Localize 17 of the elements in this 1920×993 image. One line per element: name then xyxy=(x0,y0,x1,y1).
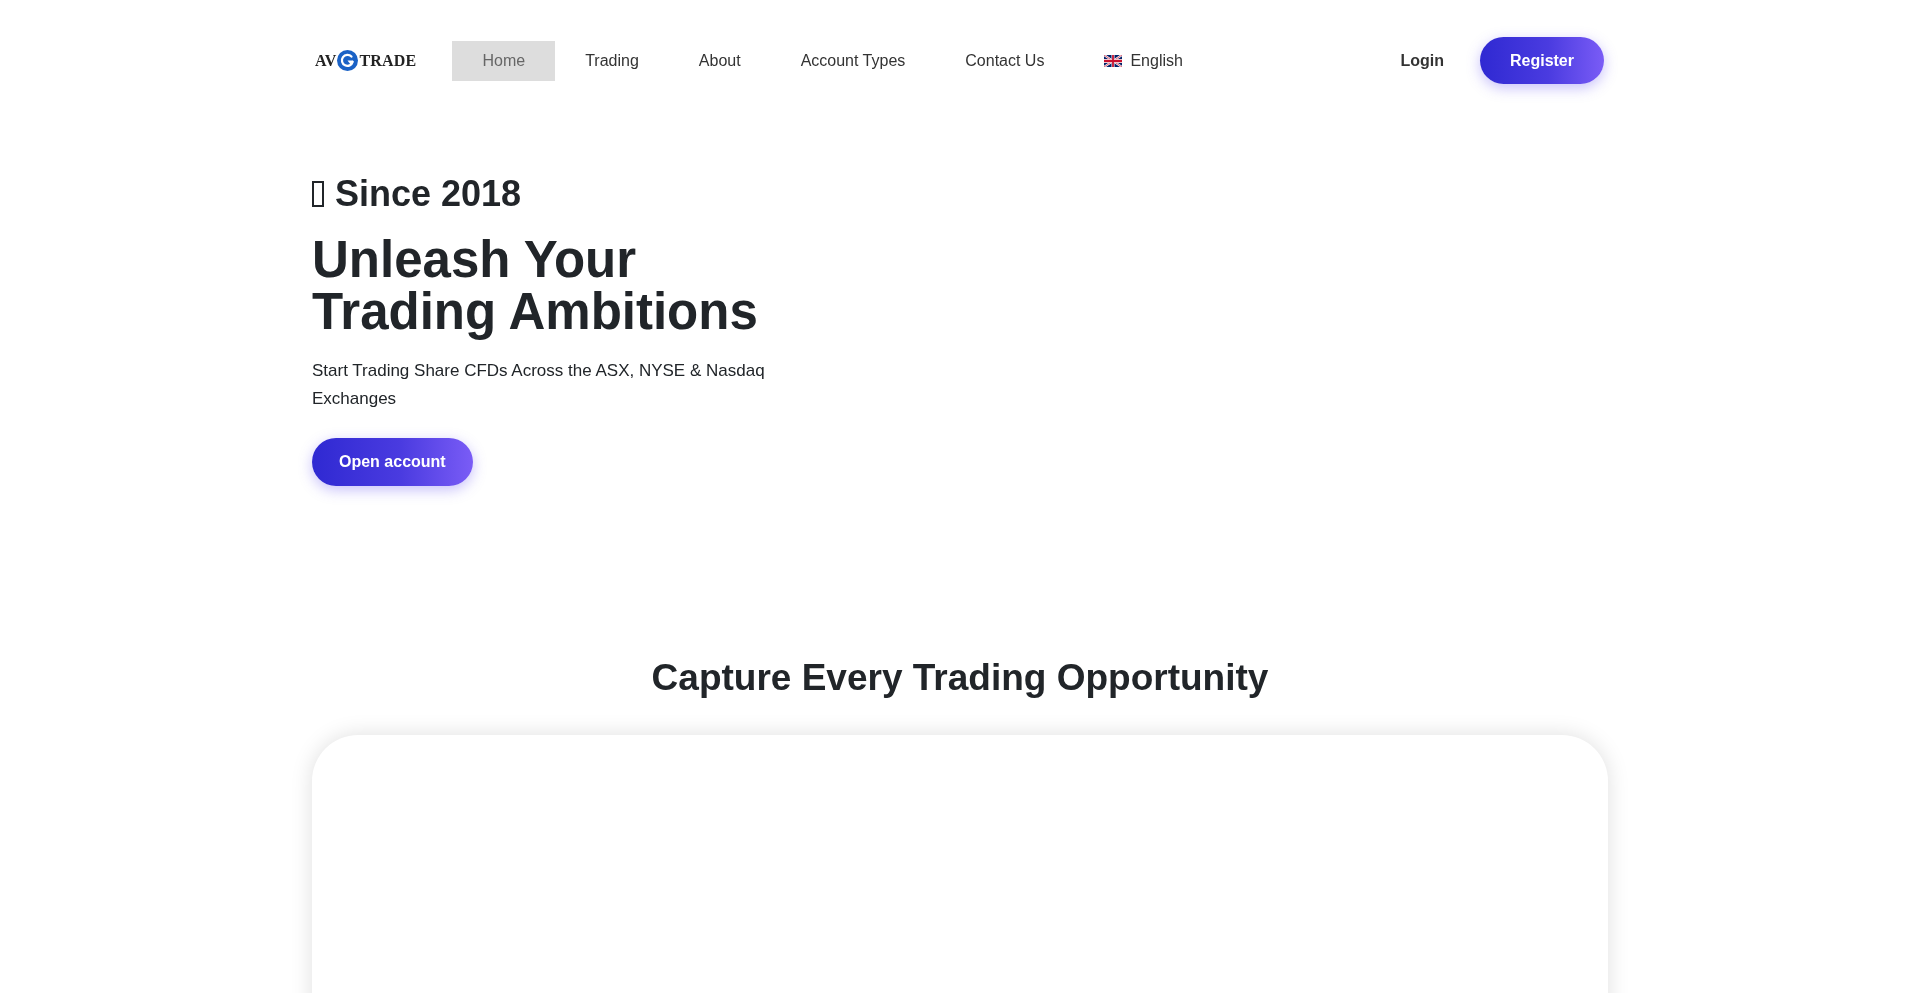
section-title: Capture Every Trading Opportunity xyxy=(650,656,1270,700)
hero-title: Unleash Your Trading Ambitions xyxy=(312,234,759,338)
nav-link[interactable]: Home xyxy=(452,40,556,81)
register-button[interactable]: Register xyxy=(1479,37,1604,84)
flag-icon xyxy=(1104,54,1123,67)
since-text: Since 2018 xyxy=(335,171,522,216)
open-account-button[interactable]: Open account xyxy=(312,438,473,486)
nav-link[interactable]: About xyxy=(668,40,771,81)
logo-mark-icon xyxy=(337,50,359,71)
nav-link[interactable]: Contact Us xyxy=(935,40,1075,81)
nav-link[interactable]: Trading xyxy=(555,40,669,81)
logo-link[interactable]: AV TRADE xyxy=(315,50,417,71)
language-selector[interactable]: English xyxy=(1074,40,1213,81)
nav-link[interactable]: Account Types xyxy=(770,40,936,81)
hero-subtitle: Start Trading Share CFDs Across the ASX, NYSE & Nasdaq Exchanges xyxy=(312,360,766,410)
login-link[interactable]: Login xyxy=(1400,51,1444,70)
glyph-box-icon xyxy=(312,180,324,207)
